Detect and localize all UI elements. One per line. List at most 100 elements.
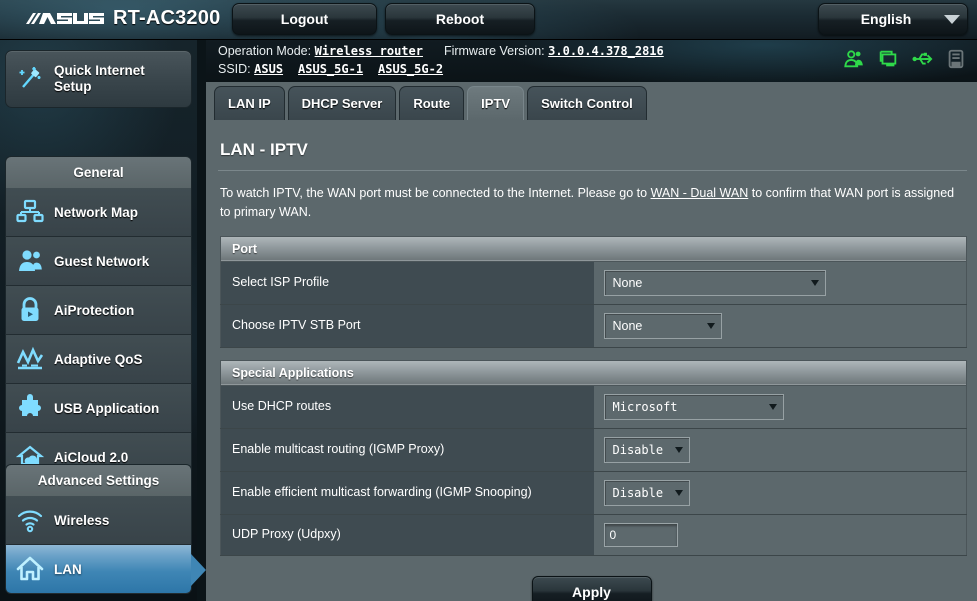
use-dhcp-routes-dropdown[interactable]: Microsoft xyxy=(603,393,784,420)
sidebar-item-adaptive-qos[interactable]: Adaptive QoS xyxy=(5,335,192,384)
ssid-label: SSID: xyxy=(218,62,251,76)
section-title: Special Applications xyxy=(220,359,967,386)
table-row: Select ISP Profile None xyxy=(220,261,967,305)
row-value-udp-proxy xyxy=(593,514,967,556)
sidebar-item-quick-internet-setup[interactable]: Quick Internet Setup xyxy=(5,50,192,108)
apply-button[interactable]: Apply xyxy=(531,575,652,601)
sidebar-item-network-map[interactable]: Network Map xyxy=(5,188,192,237)
udp-proxy-input[interactable] xyxy=(603,522,678,547)
chevron-down-icon xyxy=(805,279,825,286)
table-row: Enable multicast routing (IGMP Proxy) Di… xyxy=(220,428,967,472)
device-info-strip: Operation Mode: Wireless router Firmware… xyxy=(206,40,977,82)
selected-value: Disable xyxy=(612,442,664,457)
router-model: RT-AC3200 xyxy=(113,7,221,29)
operation-mode-value[interactable]: Wireless router xyxy=(315,44,423,58)
sidebar-item-label: Quick Internet Setup xyxy=(54,62,145,94)
ssid-value-2[interactable]: ASUS_5G-1 xyxy=(298,62,363,76)
chevron-down-icon xyxy=(937,14,967,24)
magic-wand-icon xyxy=(6,64,54,94)
selected-value: None xyxy=(612,275,643,290)
language-label: English xyxy=(860,11,912,27)
section-port: Port Select ISP Profile None Choose IPTV… xyxy=(220,235,967,348)
usb-icon[interactable] xyxy=(911,48,933,70)
tab-switch-control[interactable]: Switch Control xyxy=(527,86,647,120)
row-value-select-isp-profile: None xyxy=(593,261,967,305)
printer-icon[interactable] xyxy=(945,48,967,70)
sidebar-item-label: AiProtection xyxy=(54,302,135,318)
sidebar-item-label: Network Map xyxy=(54,204,139,220)
page-description: To watch IPTV, the WAN port must be conn… xyxy=(214,171,969,236)
tab-route[interactable]: Route xyxy=(399,86,465,120)
section-header-row: Port xyxy=(220,235,967,262)
ssid-value-3[interactable]: ASUS_5G-2 xyxy=(378,62,443,76)
sidebar-item-usb-application[interactable]: USB Application xyxy=(5,384,192,433)
operation-mode-label: Operation Mode: xyxy=(218,44,312,58)
sidebar-group-title: Advanced Settings xyxy=(5,464,192,496)
sidebar-item-label: Guest Network xyxy=(54,253,150,269)
sidebar-group-general: General Network Map Guest Network AiProt… xyxy=(5,156,192,482)
row-value-igmp-proxy: Disable xyxy=(593,428,967,472)
description-text-part1: To watch IPTV, the WAN port must be conn… xyxy=(220,186,651,200)
sidebar-item-aiprotection[interactable]: AiProtection xyxy=(5,286,192,335)
select-isp-profile-dropdown[interactable]: None xyxy=(603,269,826,296)
guest-network-icon[interactable] xyxy=(843,48,865,70)
row-label-udp-proxy: UDP Proxy (Udpxy) xyxy=(220,514,594,556)
sidebar-item-guest-network[interactable]: Guest Network xyxy=(5,237,192,286)
section-header-row: Special Applications xyxy=(220,359,967,386)
row-label-igmp-proxy: Enable multicast routing (IGMP Proxy) xyxy=(220,428,594,472)
selected-value: None xyxy=(612,318,643,333)
section-title: Port xyxy=(220,235,967,262)
tab-lan-ip[interactable]: LAN IP xyxy=(214,86,285,120)
sidebar-item-wireless[interactable]: Wireless xyxy=(5,496,192,545)
row-value-use-dhcp-routes: Microsoft xyxy=(593,385,967,429)
qos-chart-icon xyxy=(6,345,54,373)
row-label-use-dhcp-routes: Use DHCP routes xyxy=(220,385,594,429)
chevron-down-icon xyxy=(669,489,689,496)
sidebar-item-label: LAN xyxy=(54,561,82,577)
tab-iptv[interactable]: IPTV xyxy=(467,86,525,120)
top-header-bar: RT-AC3200 Logout Reboot English xyxy=(0,0,977,40)
asus-logo xyxy=(26,9,104,28)
wan-dual-wan-link[interactable]: WAN - Dual WAN xyxy=(651,186,749,200)
apply-button-row: Apply xyxy=(214,556,969,601)
reboot-button[interactable]: Reboot xyxy=(385,3,535,35)
router-admin-page: RT-AC3200 Logout Reboot English Operatio… xyxy=(0,0,977,601)
row-value-iptv-stb-port: None xyxy=(593,304,967,348)
logout-button[interactable]: Logout xyxy=(232,3,377,35)
sidebar-item-label: AiCloud 2.0 xyxy=(54,449,129,465)
igmp-proxy-dropdown[interactable]: Disable xyxy=(603,436,690,463)
puzzle-piece-icon xyxy=(6,394,54,422)
ssid-value-1[interactable]: ASUS xyxy=(254,62,283,76)
chevron-down-icon xyxy=(669,446,689,453)
status-icon-group xyxy=(843,48,967,70)
chevron-down-icon xyxy=(763,403,783,410)
clients-monitor-icon[interactable] xyxy=(877,48,899,70)
choose-iptv-stb-port-dropdown[interactable]: None xyxy=(603,312,722,339)
guest-network-icon xyxy=(6,247,54,275)
row-label-iptv-stb-port: Choose IPTV STB Port xyxy=(220,304,594,348)
table-row: Choose IPTV STB Port None xyxy=(220,304,967,348)
row-label-igmp-snooping: Enable efficient multicast forwarding (I… xyxy=(220,471,594,515)
sidebar-item-label: Wireless xyxy=(54,512,110,528)
selected-value: Microsoft xyxy=(612,399,678,414)
lock-shield-icon xyxy=(6,296,54,324)
home-icon xyxy=(6,554,54,584)
page-title: LAN - IPTV xyxy=(220,140,308,159)
sidebar-group-advanced-settings: Advanced Settings Wireless LAN xyxy=(5,464,206,594)
section-special-applications: Special Applications Use DHCP routes Mic… xyxy=(220,359,967,556)
table-row: Use DHCP routes Microsoft xyxy=(220,385,967,429)
table-row: UDP Proxy (Udpxy) xyxy=(220,514,967,556)
selected-value: Disable xyxy=(612,485,664,500)
igmp-snooping-dropdown[interactable]: Disable xyxy=(603,479,690,506)
network-map-icon xyxy=(6,198,54,226)
firmware-value[interactable]: 3.0.0.4.378_2816 xyxy=(548,44,664,58)
sidebar-item-label: USB Application xyxy=(54,400,160,416)
firmware-label: Firmware Version: xyxy=(443,44,545,58)
table-row: Enable efficient multicast forwarding (I… xyxy=(220,471,967,515)
sidebar-item-lan[interactable]: LAN xyxy=(5,545,206,594)
iptv-settings-panel: LAN - IPTV To watch IPTV, the WAN port m… xyxy=(206,116,977,601)
tab-bar: LAN IP DHCP Server Route IPTV Switch Con… xyxy=(206,82,977,120)
sidebar-group-title: General xyxy=(5,156,192,188)
language-selector[interactable]: English xyxy=(818,3,968,35)
tab-dhcp-server[interactable]: DHCP Server xyxy=(287,86,397,120)
